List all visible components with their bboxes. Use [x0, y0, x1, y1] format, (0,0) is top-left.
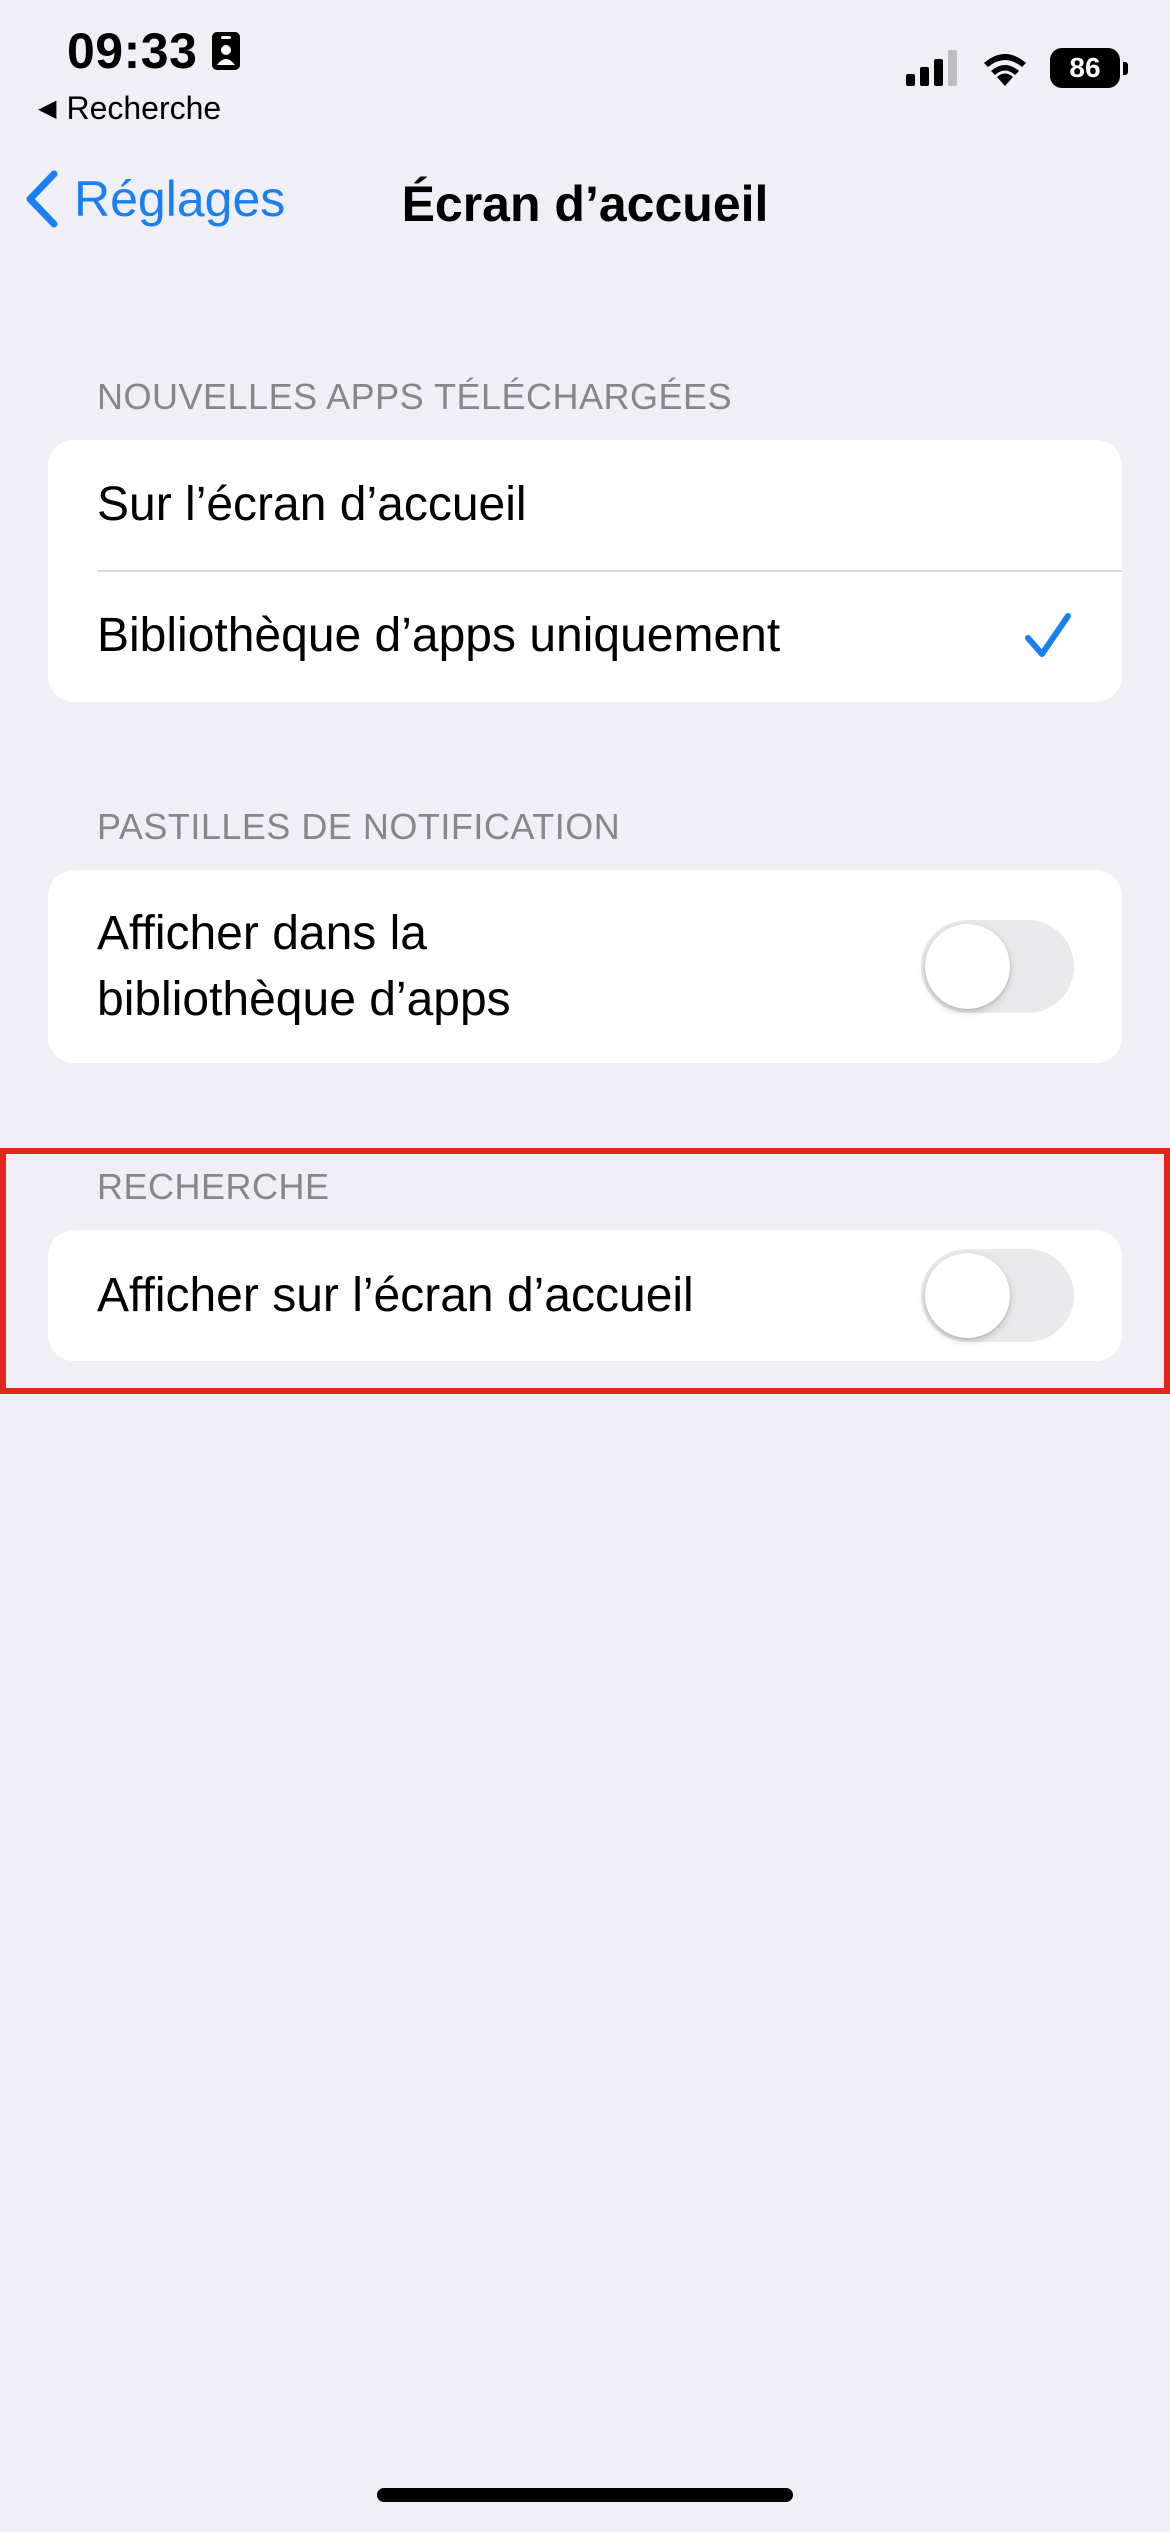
cellular-signal-icon [906, 50, 957, 86]
battery-level: 86 [1069, 52, 1101, 83]
status-time: 09:33 [67, 22, 241, 80]
section-header-badges: PASTILLES DE NOTIFICATION [97, 806, 621, 847]
section-header-new-apps: NOUVELLES APPS TÉLÉCHARGÉES [97, 376, 733, 417]
option-app-library-only[interactable]: Bibliothèque d’apps uniquement [48, 570, 1122, 702]
row-divider [97, 570, 1122, 572]
option-home-screen-label: Sur l’écran d’accueil [97, 478, 527, 531]
wifi-icon [984, 54, 1026, 86]
badges-label-line2: bibliothèque d’apps [97, 972, 511, 1026]
back-to-app-link[interactable]: ◀ Recherche [38, 90, 221, 127]
badges-toggle-label: Afficher dans la bibliothèque d’apps [97, 901, 921, 1033]
highlight-box [0, 1148, 1170, 1394]
option-home-screen[interactable]: Sur l’écran d’accueil [48, 440, 1122, 570]
badges-toggle-row: Afficher dans la bibliothèque d’apps [48, 870, 1122, 1063]
time-text: 09:33 [67, 23, 198, 79]
checkmark-icon [1025, 613, 1071, 657]
settings-screen: 09:33 ◀ Recherche 86 Réglages Écran d’ac… [0, 0, 1170, 2532]
back-triangle-icon: ◀ [38, 95, 57, 122]
option-app-library-label: Bibliothèque d’apps uniquement [97, 609, 781, 662]
page-title: Écran d’accueil [401, 176, 769, 232]
id-card-icon [212, 32, 241, 70]
home-indicator[interactable] [377, 2488, 793, 2502]
badges-card: Afficher dans la bibliothèque d’apps [48, 870, 1122, 1063]
badges-toggle-switch[interactable] [921, 920, 1074, 1013]
toggle-knob [925, 924, 1010, 1009]
badges-label-line1: Afficher dans la [97, 906, 427, 960]
status-indicators: 86 [906, 48, 1128, 88]
new-apps-card: Sur l’écran d’accueil Bibliothèque d’app… [48, 440, 1122, 702]
battery-icon: 86 [1050, 48, 1128, 88]
back-app-label: Recherche [66, 90, 222, 126]
